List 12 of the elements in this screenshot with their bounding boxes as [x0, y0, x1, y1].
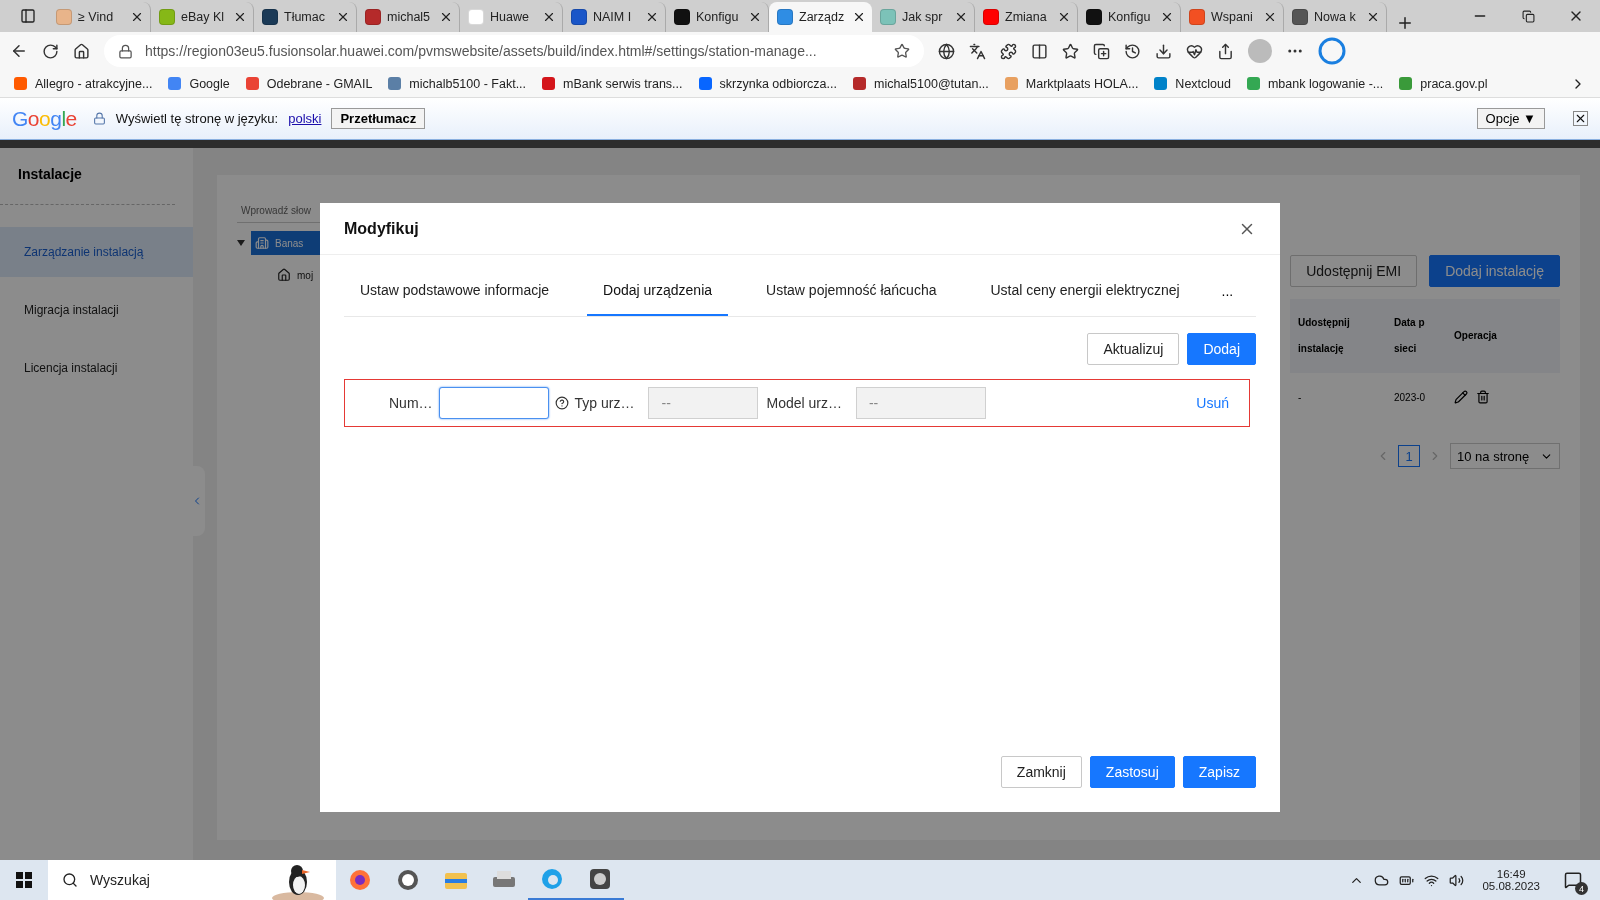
table-cell-text: 2023-0	[1393, 390, 1427, 405]
translate-prompt: Wyświetl tę stronę w języku:	[115, 111, 279, 126]
table-cell-text: -	[1297, 390, 1303, 405]
column-header: Data p sieci	[1386, 299, 1446, 373]
dialog-title: Modyfikuj	[344, 219, 419, 238]
field-label: Typ urz…	[574, 395, 635, 411]
sidebar-title: Instalacje	[0, 166, 175, 205]
google-logo: Google	[12, 106, 77, 131]
column-header: Udostępnij instalację	[1290, 299, 1386, 373]
column-header: Operacja	[1446, 299, 1560, 373]
field-label: Model urz…	[766, 395, 842, 411]
field-label: Num…	[389, 395, 433, 411]
